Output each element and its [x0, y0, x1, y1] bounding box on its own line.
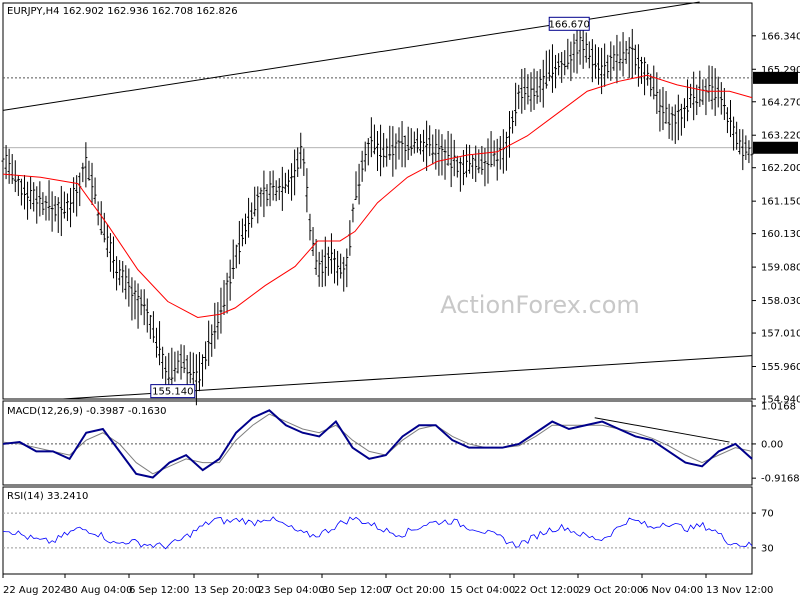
- rsi-tick-label: 70: [761, 509, 774, 520]
- x-tick-label: 30 Aug 04:00: [65, 585, 132, 596]
- rsi-title: RSI(14) 33.2410: [7, 491, 88, 502]
- x-tick-label: 6 Sep 12:00: [129, 585, 189, 596]
- price-tick-label: 158.030: [761, 296, 800, 307]
- resistance-badge-label: 165.020: [754, 74, 795, 85]
- x-tick-label: 23 Sep 04:00: [258, 585, 325, 596]
- price-tick-label: 160.130: [761, 229, 800, 240]
- x-tick-label: 6 Nov 04:00: [642, 585, 703, 596]
- macd-tick-label: 1.0168: [761, 401, 796, 412]
- x-tick-label: 22 Oct 12:00: [514, 585, 579, 596]
- x-tick-label: 13 Sep 20:00: [194, 585, 261, 596]
- chart-series: [1, 1, 754, 550]
- x-tick-label: 29 Oct 20:00: [578, 585, 643, 596]
- rsi-tick-label: 30: [761, 543, 774, 554]
- chart-frames: [2, 2, 756, 578]
- x-tick-label: 13 Nov 12:00: [706, 585, 773, 596]
- high-badge-label: 166.670: [549, 19, 590, 30]
- price-tick-label: 155.960: [761, 362, 800, 373]
- price-tick-label: 163.220: [761, 131, 800, 142]
- symbol-header: EURJPY,H4 162.902 162.936 162.708 162.82…: [7, 6, 238, 17]
- rsi-line: [2, 516, 753, 550]
- price-tick-label: 162.200: [761, 163, 800, 174]
- rsi-panel-frame: [2, 486, 753, 575]
- macd-tick-label: 0.00: [761, 439, 783, 450]
- x-tick-label: 7 Oct 20:00: [386, 585, 445, 596]
- macd-trendline: [594, 417, 730, 443]
- macd-title: MACD(12,26,9) -0.3987 -0.1630: [7, 406, 167, 417]
- watermark-text: ActionForex.com: [440, 291, 640, 319]
- price-panel-frame: [2, 2, 753, 400]
- price-tick-label: 166.340: [761, 31, 800, 42]
- x-tick-label: 22 Aug 2024: [3, 585, 67, 596]
- current-price-badge-label: 162.826: [754, 144, 795, 155]
- price-tick-label: 164.270: [761, 97, 800, 108]
- moving-average-line: [2, 74, 753, 318]
- price-tick-label: 157.010: [761, 329, 800, 340]
- low-badge-label: 155.140: [152, 387, 193, 398]
- chart-svg: ActionForex.com166.340165.290164.270163.…: [1, 1, 800, 596]
- x-tick-label: 15 Oct 04:00: [450, 585, 515, 596]
- chart-labels: ActionForex.com166.340165.290164.270163.…: [3, 6, 800, 596]
- price-tick-label: 159.080: [761, 263, 800, 274]
- x-tick-label: 30 Sep 12:00: [322, 585, 389, 596]
- price-tick-label: 161.150: [761, 197, 800, 208]
- macd-tick-label: -0.9168: [761, 474, 800, 485]
